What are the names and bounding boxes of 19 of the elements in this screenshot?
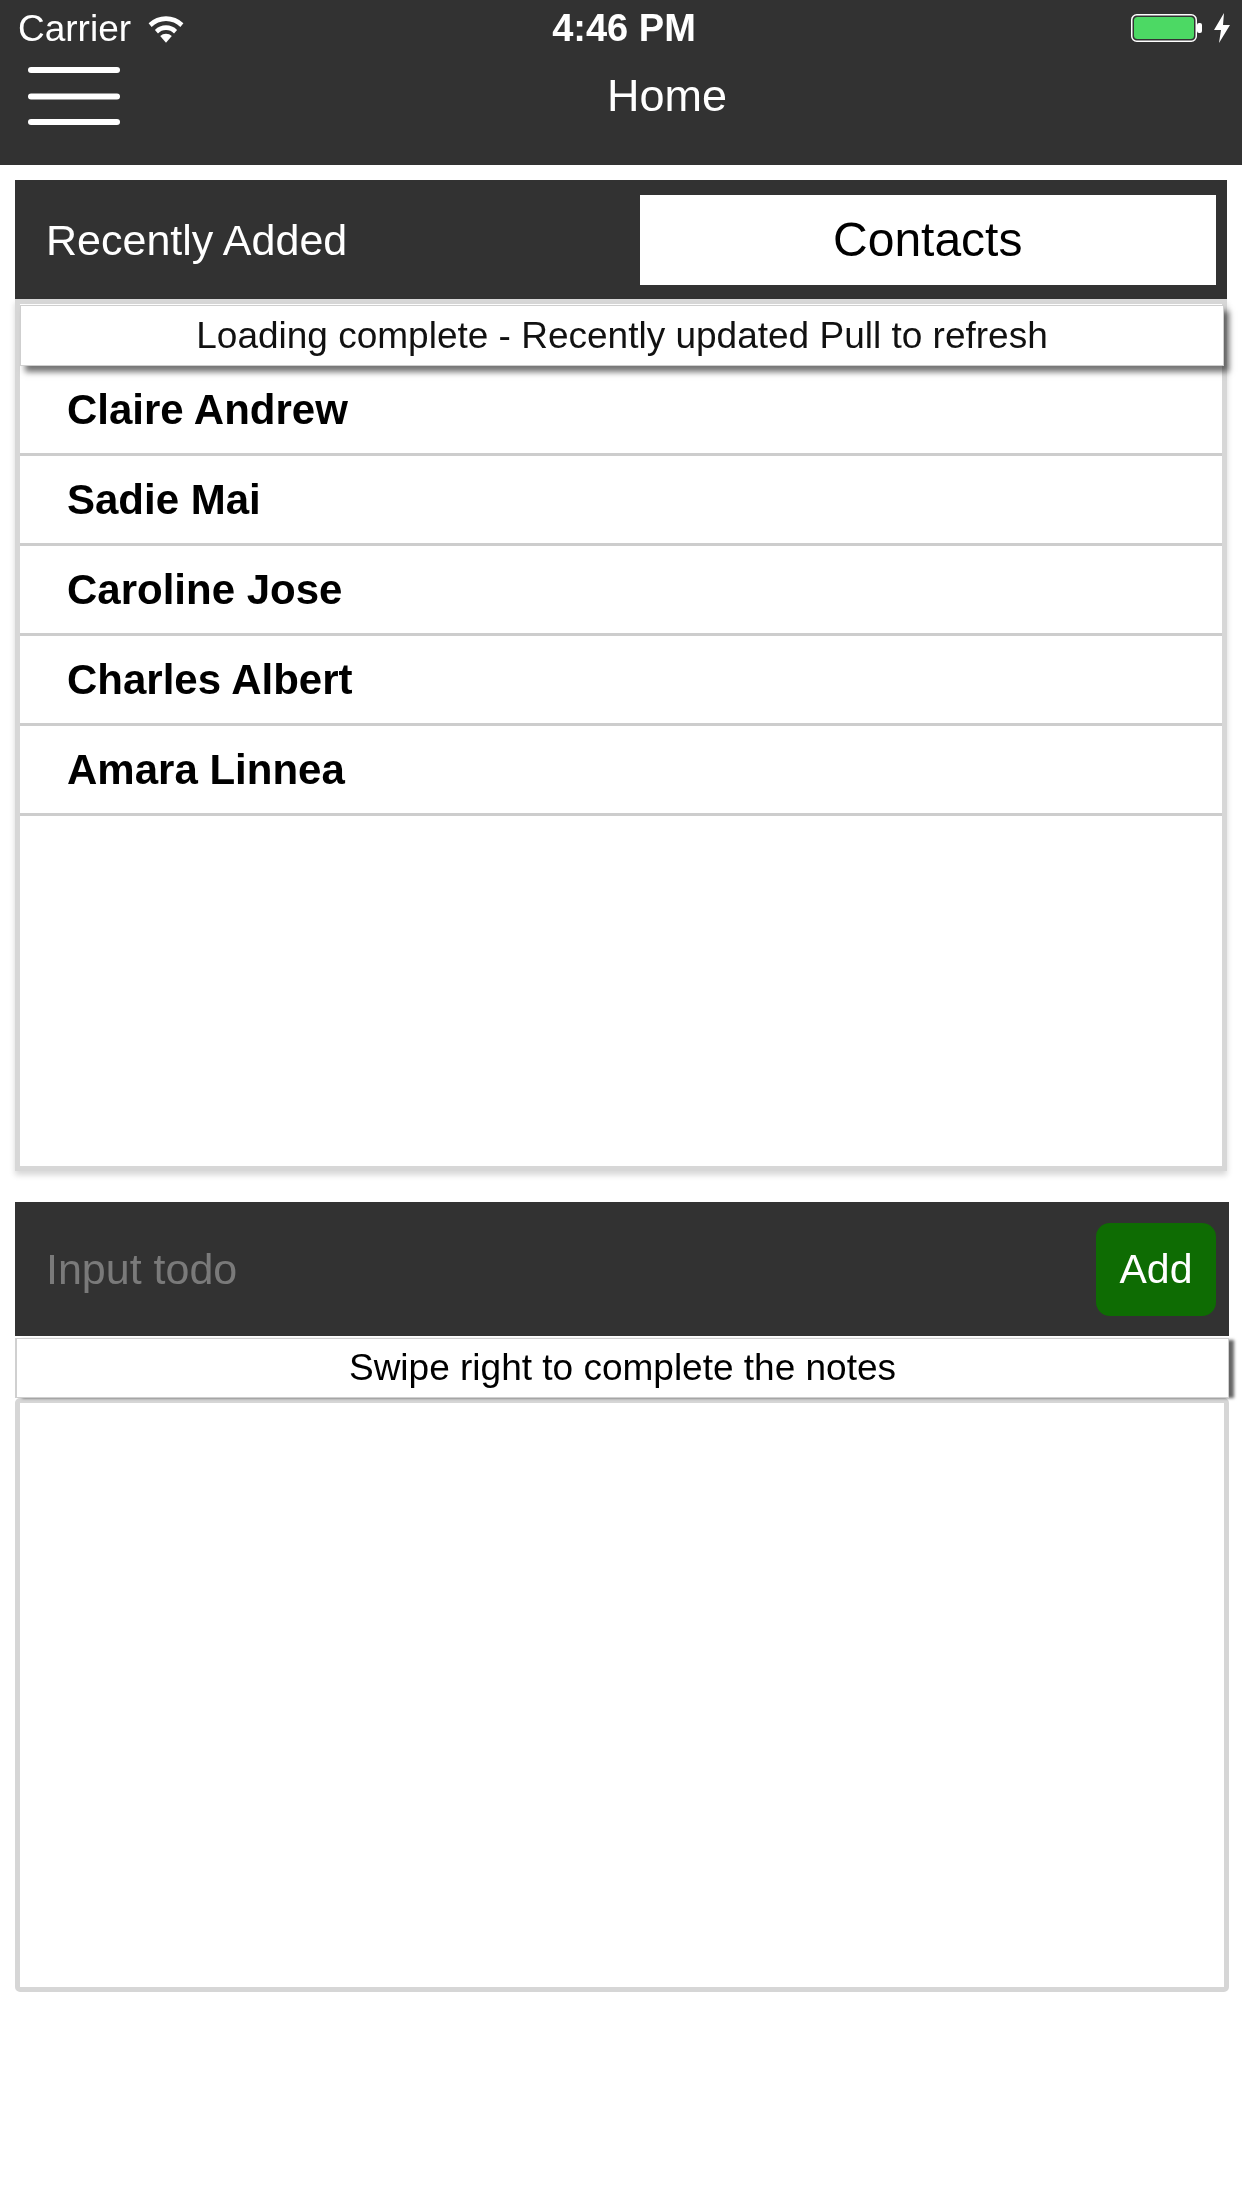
wifi-icon (147, 13, 186, 43)
todo-input[interactable]: Input todo (46, 1222, 1076, 1316)
clock-text: 4:46 PM (552, 9, 696, 47)
tab[interactable]: Recently Added (21, 195, 623, 285)
contact-row[interactable]: Sadie Mai (20, 456, 1222, 546)
swipe-hint-banner: Swipe right to complete the notes (15, 1338, 1229, 1398)
contact-row[interactable]: Claire Andrew (20, 366, 1222, 456)
page-title: Home (605, 73, 728, 118)
menu-icon[interactable] (28, 66, 120, 125)
add-button[interactable]: Add (1096, 1222, 1216, 1316)
carrier-text: Carrier (18, 9, 132, 47)
battery-icon (1131, 14, 1202, 42)
contact-row[interactable]: Amara Linnea (20, 726, 1222, 816)
refresh-banner: Loading complete - Recently updated Pull to refresh (20, 305, 1224, 366)
contact-row[interactable]: Caroline Jose (20, 546, 1222, 636)
todo-input-bar[interactable]: Input todo Add (15, 1202, 1229, 1336)
tab[interactable]: Contacts (639, 195, 1216, 285)
charging-bolt-icon (1214, 13, 1230, 43)
contact-row[interactable]: Charles Albert (20, 636, 1222, 726)
